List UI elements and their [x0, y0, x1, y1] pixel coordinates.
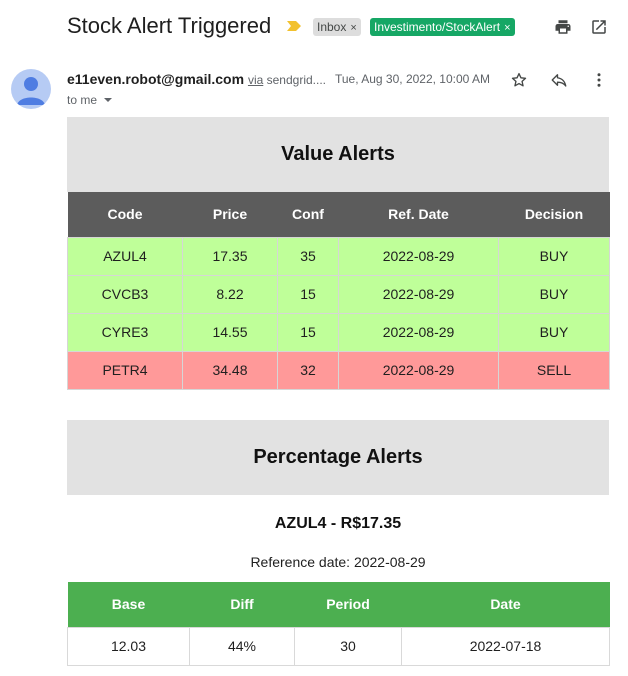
- label-chip-inbox[interactable]: Inbox ×: [313, 18, 361, 36]
- cell-price: 14.55: [182, 312, 278, 352]
- cell-code: CVCB3: [67, 274, 183, 314]
- cell-code: CYRE3: [67, 312, 183, 352]
- recipient-text: to me: [67, 93, 98, 107]
- message-header: Stock Alert Triggered Inbox × Investiment…: [0, 0, 628, 56]
- star-button[interactable]: [509, 70, 529, 90]
- message-date: Tue, Aug 30, 2022, 10:00 AM: [335, 72, 491, 86]
- sender-row: e11even.robot@gmail.com via sendgrid....…: [0, 64, 628, 112]
- via-text: via sendgrid....: [248, 73, 326, 87]
- column-header: Conf: [277, 192, 339, 237]
- recipient-line[interactable]: to me: [67, 93, 113, 107]
- cell-ref-date: 2022-08-29: [338, 350, 499, 390]
- via-link[interactable]: via: [248, 73, 263, 87]
- email-subject: Stock Alert Triggered: [67, 13, 272, 38]
- column-header: Date: [401, 582, 610, 627]
- cell-date: 2022-07-18: [401, 626, 610, 666]
- cell-decision: SELL: [498, 350, 610, 390]
- importance-marker-icon[interactable]: [287, 21, 301, 31]
- via-domain: sendgrid....: [266, 73, 326, 87]
- reply-icon: [551, 74, 567, 87]
- percentage-alerts-heading: Percentage Alerts: [67, 420, 609, 495]
- column-header: Decision: [498, 192, 610, 237]
- cell-decision: BUY: [498, 312, 610, 352]
- cell-conf: 15: [277, 312, 339, 352]
- table-header-row: Base Diff Period Date: [67, 582, 610, 627]
- remove-label-icon[interactable]: ×: [350, 22, 356, 34]
- reply-button[interactable]: [549, 70, 569, 90]
- print-icon: [555, 20, 571, 34]
- cell-period: 30: [294, 626, 402, 666]
- cell-price: 8.22: [182, 274, 278, 314]
- value-alerts-table: Code Price Conf Ref. Date Decision AZUL4…: [67, 192, 610, 390]
- value-alerts-heading: Value Alerts: [67, 117, 609, 192]
- table-row: PETR4 34.48 32 2022-08-29 SELL: [67, 350, 610, 390]
- cell-conf: 35: [277, 236, 339, 276]
- table-row: 12.03 44% 30 2022-07-18: [67, 626, 610, 666]
- table-row: AZUL4 17.35 35 2022-08-29 BUY: [67, 236, 610, 276]
- column-header: Diff: [189, 582, 295, 627]
- avatar[interactable]: [11, 69, 51, 109]
- cell-diff: 44%: [189, 626, 295, 666]
- cell-ref-date: 2022-08-29: [338, 236, 499, 276]
- label-chip-text: Inbox: [317, 20, 347, 34]
- column-header: Price: [182, 192, 278, 237]
- cell-ref-date: 2022-08-29: [338, 274, 499, 314]
- label-chip-stockalert[interactable]: Investimento/StockAlert ×: [370, 18, 515, 36]
- table-header-row: Code Price Conf Ref. Date Decision: [67, 192, 610, 237]
- avatar-person-icon: [17, 77, 45, 105]
- open-in-new-window-button[interactable]: [589, 17, 609, 37]
- chevron-down-icon[interactable]: [103, 96, 113, 104]
- percentage-alerts-table: Base Diff Period Date 12.03 44% 30 2022-…: [67, 582, 610, 666]
- column-header: Ref. Date: [338, 192, 499, 237]
- star-icon: [511, 72, 527, 87]
- column-header: Period: [294, 582, 402, 627]
- label-chip-text: Investimento/StockAlert: [374, 20, 501, 34]
- more-vert-icon: [597, 73, 601, 87]
- reference-date: Reference date: 2022-08-29: [250, 554, 426, 570]
- more-options-button[interactable]: [589, 70, 609, 90]
- cell-conf: 15: [277, 274, 339, 314]
- print-button[interactable]: [553, 17, 573, 37]
- column-header: Base: [67, 582, 190, 627]
- table-row: CVCB3 8.22 15 2022-08-29 BUY: [67, 274, 610, 314]
- cell-conf: 32: [277, 350, 339, 390]
- cell-price: 34.48: [182, 350, 278, 390]
- sender-email[interactable]: e11even.robot@gmail.com: [67, 71, 244, 87]
- cell-price: 17.35: [182, 236, 278, 276]
- table-row: CYRE3 14.55 15 2022-08-29 BUY: [67, 312, 610, 352]
- cell-ref-date: 2022-08-29: [338, 312, 499, 352]
- open-in-new-icon: [592, 20, 606, 34]
- remove-label-icon[interactable]: ×: [504, 22, 510, 34]
- stock-title: AZUL4 - R$17.35: [274, 515, 402, 532]
- column-header: Code: [67, 192, 183, 237]
- cell-code: AZUL4: [67, 236, 183, 276]
- cell-decision: BUY: [498, 236, 610, 276]
- sender-line: e11even.robot@gmail.com via sendgrid....: [67, 71, 326, 87]
- cell-code: PETR4: [67, 350, 183, 390]
- cell-base: 12.03: [67, 626, 190, 666]
- cell-decision: BUY: [498, 274, 610, 314]
